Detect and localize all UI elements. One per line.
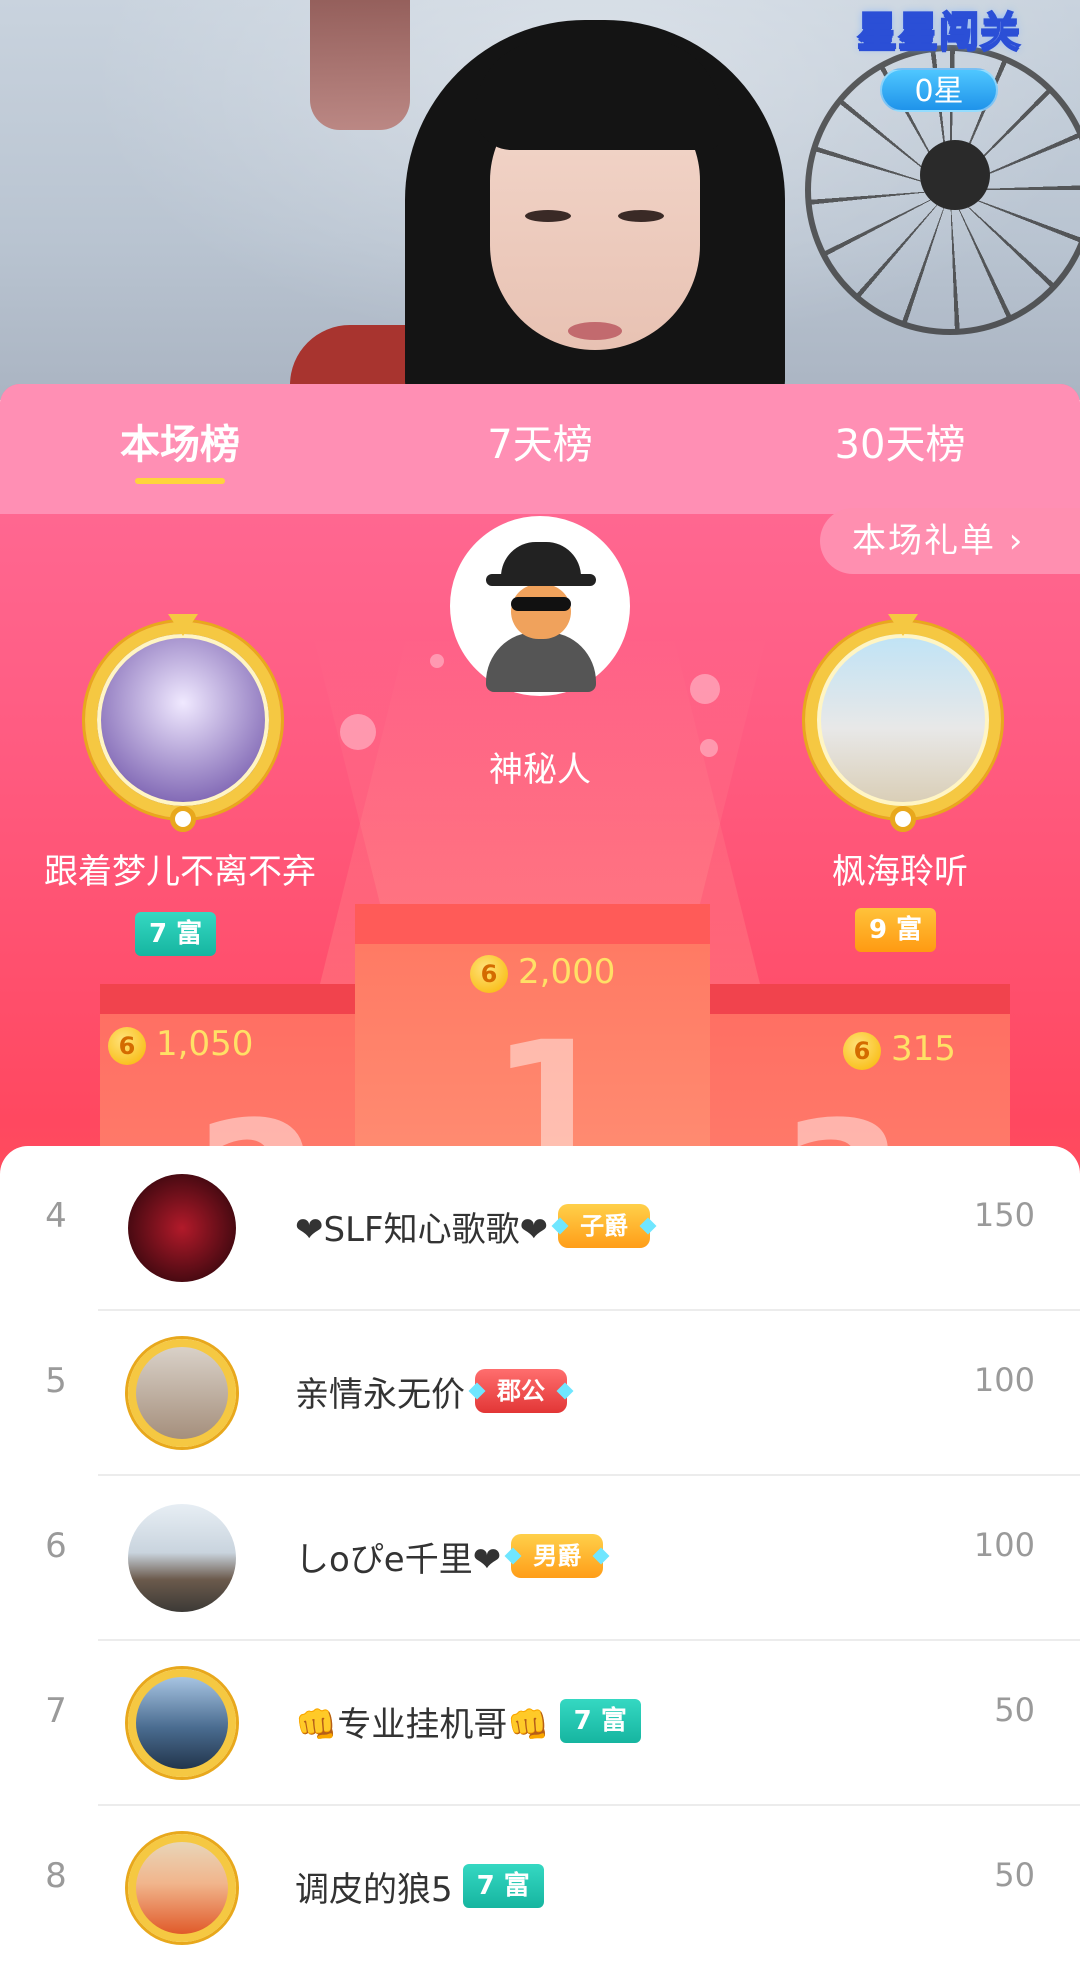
- coin-icon: 6: [470, 954, 508, 993]
- rich-level-badge: 7 富: [559, 1699, 641, 1743]
- user-name: 👊专业挂机哥👊: [295, 1704, 550, 1745]
- tab-7-day[interactable]: 7天榜: [460, 412, 620, 492]
- avatar[interactable]: [128, 1504, 236, 1612]
- avatar[interactable]: [128, 1174, 236, 1282]
- active-tab-underline: [135, 478, 225, 484]
- rank-number: 6: [45, 1526, 67, 1566]
- streamer-lips: [568, 322, 622, 340]
- streamer-eye-right: [618, 210, 664, 222]
- sparkle: [690, 674, 720, 704]
- mystery-sunglasses: [511, 597, 571, 611]
- avatar[interactable]: [128, 1339, 236, 1447]
- contribution-score: 100: [973, 1526, 1035, 1564]
- first-place-name[interactable]: 神秘人: [440, 742, 640, 791]
- contribution-score: 50: [994, 1856, 1035, 1894]
- user-name-wrap: 👊专业挂机哥👊 7 富: [295, 1691, 641, 1751]
- list-item[interactable]: 4 ❤SLF知心歌歌❤ 子爵 150: [0, 1146, 1080, 1311]
- streamer-eye-left: [525, 210, 571, 222]
- fan-hub: [920, 140, 990, 210]
- sparkle: [430, 654, 444, 668]
- user-name: 亲情永无价: [295, 1374, 465, 1415]
- rank-number: 4: [45, 1196, 67, 1236]
- noble-badge: 男爵: [511, 1534, 604, 1578]
- user-name-wrap: ❤SLF知心歌歌❤ 子爵: [295, 1196, 651, 1256]
- lamp-shade: [310, 0, 410, 130]
- star-challenge-badge[interactable]: 星星闯关 0星: [846, 2, 1032, 112]
- mystery-head: [511, 584, 571, 639]
- rank-number: 7: [45, 1691, 67, 1731]
- list-item[interactable]: 5 亲情永无价 郡公 100: [0, 1311, 1080, 1476]
- amount-value: 1,050: [156, 1024, 254, 1064]
- tab-current-session[interactable]: 本场榜: [100, 412, 260, 492]
- amount-value: 2,000: [518, 952, 616, 992]
- tab-label: 7天榜: [487, 422, 593, 468]
- noble-badge: 郡公: [475, 1369, 567, 1413]
- session-gift-list-link[interactable]: 本场礼单 ›: [820, 508, 1080, 574]
- second-place-name[interactable]: 跟着梦儿不离不弃: [20, 844, 340, 893]
- second-place-amount: 6 1,050: [108, 1024, 253, 1065]
- rank-number: 8: [45, 1856, 67, 1896]
- mystery-hat-brim: [486, 574, 596, 586]
- amount-value: 315: [891, 1029, 956, 1069]
- user-name: しoぴe千里❤: [295, 1539, 502, 1580]
- first-place-avatar[interactable]: [450, 516, 630, 696]
- list-item[interactable]: 7 👊专业挂机哥👊 7 富 50: [0, 1641, 1080, 1806]
- live-video[interactable]: 星星闯关 0星: [0, 0, 1080, 400]
- user-name: 调皮的狼5: [295, 1869, 453, 1910]
- contribution-score: 150: [973, 1196, 1035, 1234]
- coin-icon: 6: [843, 1031, 881, 1070]
- streamer-bangs: [475, 40, 720, 150]
- first-place-amount: 6 2,000: [470, 952, 615, 993]
- leaderboard-tabs: 本场榜 7天榜 30天榜: [0, 384, 1080, 514]
- star-count-pill: 0星: [880, 68, 998, 112]
- avatar[interactable]: [128, 1669, 236, 1777]
- third-place-name[interactable]: 枫海聆听: [780, 844, 1020, 893]
- tab-30-day[interactable]: 30天榜: [820, 412, 980, 492]
- list-item[interactable]: 8 调皮的狼5 7 富 50: [0, 1806, 1080, 1971]
- tab-label: 30天榜: [834, 422, 966, 468]
- tab-label: 本场榜: [120, 422, 240, 468]
- third-place-avatar[interactable]: [805, 622, 1001, 818]
- rank-list: 4 ❤SLF知心歌歌❤ 子爵 150 5 亲情永无价 郡公 100 6 しoぴe…: [0, 1146, 1080, 1942]
- rich-level-badge: 9 富: [855, 908, 937, 952]
- rich-level-badge: 7 富: [462, 1864, 544, 1908]
- frame-gem-icon: [890, 806, 916, 832]
- list-item[interactable]: 6 しoぴe千里❤ 男爵 100: [0, 1476, 1080, 1641]
- mystery-coat: [486, 632, 596, 692]
- user-name-wrap: 亲情永无价 郡公: [295, 1361, 567, 1421]
- user-name-wrap: 调皮的狼5 7 富: [295, 1856, 544, 1916]
- user-name-wrap: しoぴe千里❤ 男爵: [295, 1526, 604, 1586]
- rank-number: 5: [45, 1361, 67, 1401]
- contribution-score: 50: [994, 1691, 1035, 1729]
- frame-gem-icon: [170, 806, 196, 832]
- noble-badge: 子爵: [558, 1204, 651, 1248]
- avatar[interactable]: [128, 1834, 236, 1942]
- sparkle: [340, 714, 376, 750]
- third-place-amount: 6 315: [843, 1029, 956, 1070]
- sparkle: [700, 739, 718, 757]
- second-place-avatar[interactable]: [85, 622, 281, 818]
- user-name: ❤SLF知心歌歌❤: [295, 1209, 549, 1250]
- contribution-score: 100: [973, 1361, 1035, 1399]
- coin-icon: 6: [108, 1026, 146, 1065]
- rich-level-badge: 7 富: [135, 912, 217, 956]
- star-challenge-title: 星星闯关: [856, 8, 1021, 56]
